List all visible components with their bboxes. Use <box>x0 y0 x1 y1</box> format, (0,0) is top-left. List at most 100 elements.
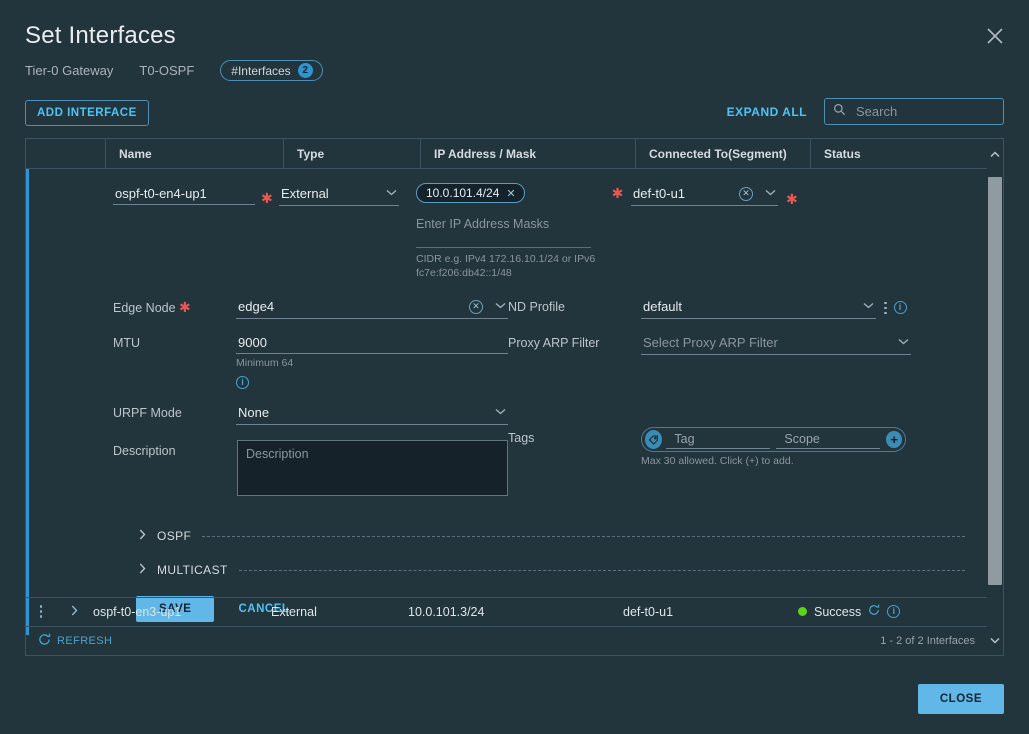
form-right-column: ND Profile default i Proxy ARP Filter Se… <box>508 296 987 507</box>
accordion-divider <box>238 570 965 572</box>
row-expand-icon[interactable] <box>56 605 93 619</box>
search-box[interactable] <box>824 98 1029 125</box>
connected-to-select[interactable]: def-t0-u1 ✕ <box>631 183 778 206</box>
info-icon[interactable]: i <box>893 301 907 315</box>
close-icon[interactable] <box>983 24 1007 48</box>
column-header-status[interactable]: Status <box>810 138 1003 169</box>
add-interface-button[interactable]: ADD INTERFACE <box>25 100 149 126</box>
row-status: Success i <box>798 604 987 619</box>
refresh-label: REFRESH <box>57 635 113 647</box>
ip-field-underline <box>416 247 591 248</box>
scroll-down-arrow[interactable] <box>987 625 1003 655</box>
ip-chip[interactable]: 10.0.101.4/24 ✕ <box>416 183 525 203</box>
breadcrumb-gateway-name: T0-OSPF <box>139 63 195 78</box>
interface-count-text: 1 - 2 of 2 Interfaces <box>880 635 975 647</box>
chevron-down-icon <box>765 188 776 199</box>
interface-type-select[interactable]: External <box>279 183 399 206</box>
column-header-ip[interactable]: IP Address / Mask <box>420 138 635 169</box>
mtu-help-text: Minimum 64 <box>236 357 294 370</box>
search-icon <box>833 103 846 121</box>
nd-profile-label: ND Profile <box>508 300 565 315</box>
breadcrumb: Tier-0 Gateway T0-OSPF #Interfaces 2 <box>25 60 323 81</box>
refresh-icon[interactable] <box>868 604 880 619</box>
clear-icon[interactable]: ✕ <box>739 186 753 201</box>
chevron-down-icon <box>898 337 909 348</box>
edge-node-value: edge4 <box>238 299 275 315</box>
nd-profile-value: default <box>643 299 683 315</box>
edge-node-required-star: ✱ <box>179 299 191 316</box>
page-title: Set Interfaces <box>25 22 176 49</box>
edge-node-select[interactable]: edge4 ✕ <box>236 296 508 320</box>
proxy-arp-row: Proxy ARP Filter Select Proxy ARP Filter <box>508 332 987 356</box>
row-name: ospf-t0-en3-up1 <box>93 604 182 619</box>
accordion-ospf-label: OSPF <box>157 528 192 543</box>
name-required-star: ✱ <box>261 190 273 206</box>
close-icon[interactable]: ✕ <box>506 187 515 200</box>
close-dialog-button[interactable]: CLOSE <box>917 684 1004 714</box>
interfaces-table: Name Type IP Address / Mask Connected To… <box>25 138 1004 656</box>
mtu-label: MTU <box>113 336 141 351</box>
tags-widget[interactable]: + <box>641 427 906 453</box>
clear-icon[interactable]: ✕ <box>469 299 483 314</box>
set-interfaces-dialog: Set Interfaces Tier-0 Gateway T0-OSPF #I… <box>0 0 1029 734</box>
ip-input-placeholder[interactable]: Enter IP Address Masks <box>416 217 631 231</box>
chevron-right-icon <box>139 529 146 543</box>
column-header-name[interactable]: Name <box>105 138 283 169</box>
chevron-right-icon <box>139 563 146 577</box>
nd-profile-kebab-menu-icon[interactable] <box>884 301 887 315</box>
name-field-cell: ✱ <box>29 183 279 280</box>
scrollbar-thumb[interactable] <box>988 177 1002 585</box>
connected-to-required-star: ✱ <box>786 191 798 207</box>
refresh-button[interactable]: REFRESH <box>38 633 112 649</box>
info-icon[interactable]: i <box>887 605 901 618</box>
column-header-connected-to[interactable]: Connected To(Segment) <box>635 138 810 169</box>
refresh-icon <box>38 633 51 649</box>
connected-to-field-cell: def-t0-u1 ✕ ✱ <box>631 183 831 280</box>
accordion-multicast[interactable]: MULTICAST <box>139 557 965 582</box>
table-row[interactable]: ospf-t0-en3-up1 External 10.0.101.3/24 d… <box>26 597 987 625</box>
interface-type-value: External <box>281 186 329 201</box>
ip-chip-label: 10.0.101.4/24 <box>426 186 500 200</box>
interfaces-chip-label: #Interfaces <box>231 63 291 78</box>
table-footer: REFRESH 1 - 2 of 2 Interfaces <box>26 626 987 655</box>
proxy-arp-filter-placeholder: Select Proxy ARP Filter <box>643 335 778 351</box>
chevron-down-icon <box>386 188 397 199</box>
column-header-type[interactable]: Type <box>283 138 420 169</box>
ip-format-hint: CIDR e.g. IPv4 172.16.10.1/24 or IPv6 fc… <box>416 253 596 280</box>
chevron-down-icon <box>863 301 874 312</box>
mtu-input[interactable] <box>236 332 508 355</box>
interfaces-chip[interactable]: #Interfaces 2 <box>220 60 323 81</box>
tag-icon <box>645 430 663 450</box>
row-type: External <box>271 604 317 619</box>
tag-input[interactable] <box>666 430 771 449</box>
description-textarea[interactable] <box>237 440 508 497</box>
description-row: Description <box>113 440 508 501</box>
accordion-ospf[interactable]: OSPF <box>139 523 965 548</box>
proxy-arp-filter-label: Proxy ARP Filter <box>508 336 600 351</box>
urpf-mode-select[interactable]: None <box>236 402 508 426</box>
tags-help-text: Max 30 allowed. Click (+) to add. <box>641 455 794 468</box>
scroll-up-arrow[interactable] <box>987 139 1003 169</box>
connected-to-value: def-t0-u1 <box>633 186 686 201</box>
table-header-row: Name Type IP Address / Mask Connected To… <box>26 138 1003 169</box>
proxy-arp-filter-select[interactable]: Select Proxy ARP Filter <box>641 332 911 356</box>
tags-label: Tags <box>508 431 535 446</box>
scope-input[interactable] <box>776 430 881 449</box>
search-input[interactable] <box>854 103 1029 120</box>
info-icon[interactable]: i <box>236 376 249 390</box>
mtu-row: MTU Minimum 64 i <box>113 332 508 390</box>
add-tag-button[interactable]: + <box>886 431 902 449</box>
ip-required-star: ✱ <box>611 185 624 201</box>
row-kebab-menu-icon[interactable] <box>26 605 56 618</box>
interface-name-input[interactable] <box>113 183 255 205</box>
row-status-label: Success <box>814 604 862 619</box>
form-left-column: Edge Node ✱ edge4 ✕ MTU 9000 Minimum 64 … <box>29 296 508 507</box>
chevron-down-icon <box>495 301 506 312</box>
expand-all-button[interactable]: EXPAND ALL <box>721 104 813 120</box>
row-ip: 10.0.101.3/24 <box>408 604 485 619</box>
vertical-scrollbar[interactable] <box>987 169 1003 625</box>
ip-field-cell: 10.0.101.4/24 ✕ ✱ Enter IP Address Masks… <box>416 183 631 280</box>
nd-profile-select[interactable]: default <box>641 296 876 320</box>
status-badge <box>798 607 807 616</box>
tags-row: Tags + <box>508 427 987 467</box>
